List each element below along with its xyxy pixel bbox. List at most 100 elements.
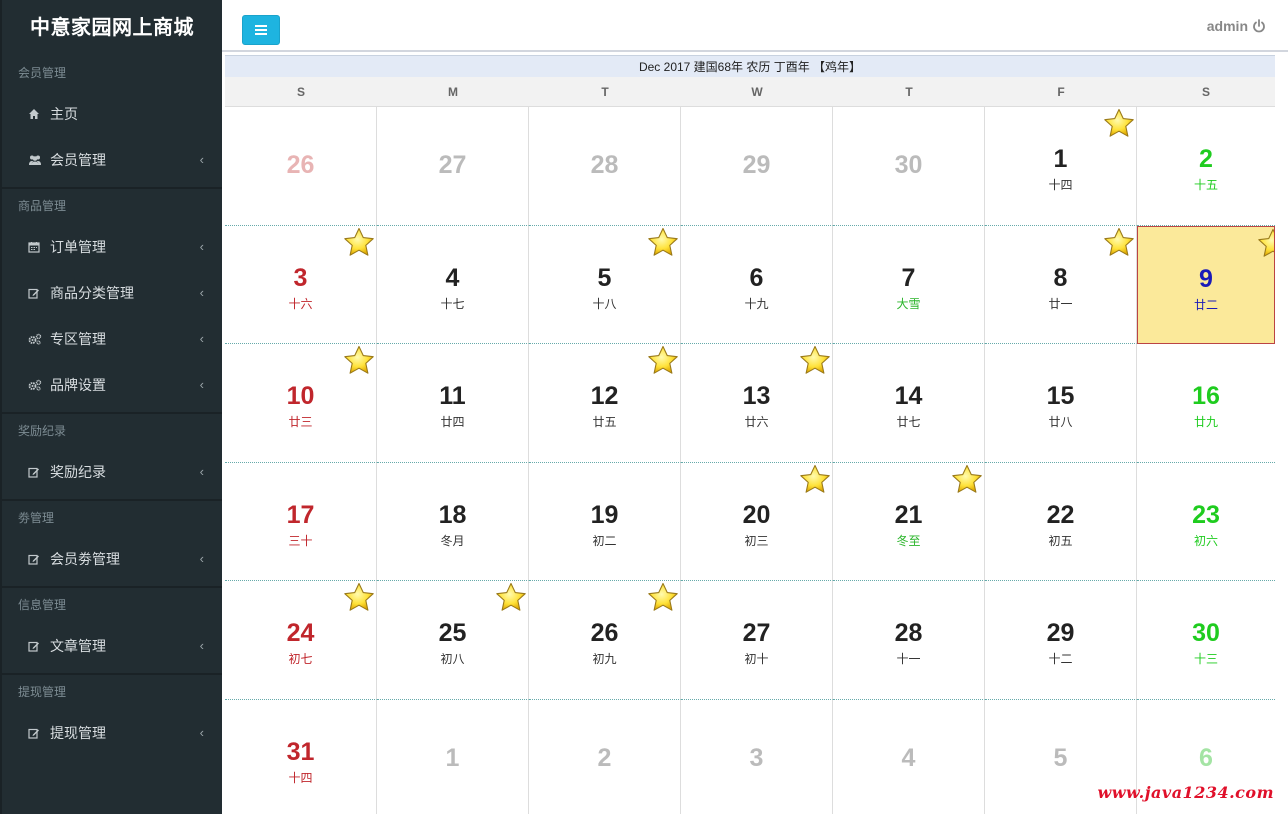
day-number: 27 <box>742 619 771 647</box>
calendar-day-cell[interactable]: 24 初七 <box>225 581 377 700</box>
lunar-date: 廿九 <box>1193 415 1218 429</box>
home-icon <box>28 108 50 120</box>
sidebar-item[interactable]: 商品分类管理 ‹ <box>2 270 222 316</box>
calendar-day-cell[interactable]: 2 十五 <box>1137 107 1275 226</box>
calendar-day-cell[interactable]: 23 初六 <box>1137 462 1275 581</box>
calendar-day-cell[interactable]: 17 三十 <box>225 462 377 581</box>
sidebar-section-header: 会员管理 <box>18 66 67 80</box>
lunar-date: 十二 <box>1048 652 1073 666</box>
calendar-day-cell[interactable]: 7 大雪 <box>833 225 985 344</box>
calendar-day-today[interactable]: 9 廿二 <box>1137 225 1275 344</box>
calendar-week-row: 26 27 28 29 30 1 十四 2 十五 <box>225 107 1275 226</box>
calendar-day-cell[interactable]: 26 <box>225 107 377 226</box>
day-number: 2 <box>1199 145 1213 173</box>
calendar-day-cell[interactable]: 19 初二 <box>529 462 681 581</box>
sidebar-section-header: 商品管理 <box>18 199 67 213</box>
calendar-title: Dec 2017 建国68年 农历 丁酉年 【鸡年】 <box>225 55 1275 77</box>
calendar-day-cell[interactable]: 29 <box>681 107 833 226</box>
calendar-day-cell[interactable]: 5 十八 <box>529 225 681 344</box>
calendar-day-cell[interactable]: 21 冬至 <box>833 462 985 581</box>
calendar-day-cell[interactable]: 12 廿五 <box>529 344 681 463</box>
weekday-label: T <box>905 85 913 99</box>
edit-icon <box>28 640 50 652</box>
calendar-day-cell[interactable]: 11 廿四 <box>377 344 529 463</box>
lunar-date: 初八 <box>440 652 465 666</box>
star-icon <box>646 344 680 378</box>
lunar-date: 三十 <box>288 533 313 548</box>
calendar-day-cell[interactable]: 22 初五 <box>985 462 1137 581</box>
calendar-day-cell[interactable]: 10 廿三 <box>225 344 377 463</box>
calendar-day-cell[interactable]: 31 十四 <box>225 699 377 814</box>
day-number: 6 <box>749 263 764 292</box>
calendar-day-cell[interactable]: 28 <box>529 107 681 226</box>
lunar-date: 初九 <box>592 652 617 666</box>
chevron-left-icon: ‹ <box>199 464 204 479</box>
sidebar-section-header: 信息管理 <box>18 598 67 612</box>
calendar-day-cell[interactable]: 18 冬月 <box>377 462 529 581</box>
calendar-day-cell[interactable]: 3 十六 <box>225 225 377 344</box>
day-number: 26 <box>590 619 619 647</box>
power-icon[interactable] <box>1252 19 1266 33</box>
lunar-date: 廿五 <box>592 415 617 429</box>
sidebar-item[interactable]: 品牌设置 ‹ <box>2 362 222 408</box>
weekday-label: W <box>751 85 763 99</box>
user-menu[interactable]: admin <box>1207 18 1266 34</box>
sidebar-section-header: 提现管理 <box>18 685 67 699</box>
calendar-day-cell[interactable]: 25 初八 <box>377 581 529 700</box>
sidebar-item[interactable]: 订单管理 ‹ <box>2 224 222 270</box>
sidebar-item-label: 主页 <box>50 106 78 122</box>
calendar-day-cell[interactable]: 28 十一 <box>833 581 985 700</box>
sidebar-item[interactable]: 提现管理 ‹ <box>2 710 222 756</box>
star-icon <box>1102 226 1136 260</box>
calendar-day-cell[interactable]: 14 廿七 <box>833 344 985 463</box>
calendar-day-cell[interactable]: 6 十九 <box>681 225 833 344</box>
calendar-week-row: 3 十六 4 十七 5 十八 6 十九 7 大雪 8 廿一 9 廿二 <box>225 225 1275 344</box>
calendar-day-cell[interactable]: 15 廿八 <box>985 344 1137 463</box>
calendar-day-cell[interactable]: 29 十二 <box>985 581 1137 700</box>
calendar-day-cell[interactable]: 20 初三 <box>681 462 833 581</box>
day-number: 3 <box>293 263 308 292</box>
sidebar-item-label: 文章管理 <box>50 638 106 654</box>
sidebar-item[interactable]: 会员劵管理 ‹ <box>2 536 222 582</box>
day-number: 1 <box>445 743 460 772</box>
star-icon <box>798 463 832 497</box>
calendar-day-cell[interactable]: 4 十七 <box>377 225 529 344</box>
day-number: 4 <box>445 263 460 292</box>
day-number: 3 <box>749 743 764 772</box>
calendar-day-cell[interactable]: 3 <box>681 699 833 814</box>
calendar-day-cell[interactable]: 13 廿六 <box>681 344 833 463</box>
sidebar-item[interactable]: 文章管理 ‹ <box>2 623 222 669</box>
calendar-day-cell[interactable]: 30 十三 <box>1137 581 1275 700</box>
day-number: 28 <box>894 619 923 647</box>
star-icon <box>342 226 376 260</box>
calendar-day-cell[interactable]: 2 <box>529 699 681 814</box>
calendar-day-cell[interactable]: 16 廿九 <box>1137 344 1275 463</box>
calendar-day-cell[interactable]: 27 初十 <box>681 581 833 700</box>
sidebar-menu: 会员管理 主页 会员管理 ‹ 商品管理 订单管理 ‹ 商品分类管理 ‹ 专区管理 ‹ 品牌设置 ‹ 奖励纪… <box>2 56 222 756</box>
sidebar-item-label: 订单管理 <box>50 239 106 255</box>
calendar-day-cell[interactable]: 27 <box>377 107 529 226</box>
calendar-day-cell[interactable]: 4 <box>833 699 985 814</box>
sidebar-item[interactable]: 专区管理 ‹ <box>2 316 222 362</box>
day-number: 29 <box>742 151 771 179</box>
day-number: 5 <box>1053 743 1068 772</box>
star-icon <box>342 581 376 615</box>
chevron-left-icon: ‹ <box>199 551 204 566</box>
lunar-date: 廿一 <box>1048 296 1073 311</box>
sidebar-item[interactable]: 奖励纪录 ‹ <box>2 449 222 495</box>
sidebar-item[interactable]: 主页 <box>2 91 222 137</box>
lunar-date: 十五 <box>1193 178 1218 192</box>
day-number: 18 <box>438 500 467 529</box>
calendar-day-cell[interactable]: 8 廿一 <box>985 225 1137 344</box>
sidebar: 中意家园网上商城 会员管理 主页 会员管理 ‹ 商品管理 订单管理 ‹ 商品分类管理 ‹ 专区管理… <box>0 0 222 814</box>
sidebar-item[interactable]: 会员管理 ‹ <box>2 137 222 183</box>
calendar-day-cell[interactable]: 30 <box>833 107 985 226</box>
day-number: 12 <box>590 382 619 410</box>
weekday-label: S <box>296 85 305 99</box>
calendar-day-cell[interactable]: 1 <box>377 699 529 814</box>
sidebar-toggle-button[interactable] <box>242 15 280 45</box>
lunar-date: 十六 <box>288 296 313 311</box>
calendar-day-cell[interactable]: 26 初九 <box>529 581 681 700</box>
calendar-day-cell[interactable]: 1 十四 <box>985 107 1137 226</box>
lunar-date: 十七 <box>440 296 465 311</box>
